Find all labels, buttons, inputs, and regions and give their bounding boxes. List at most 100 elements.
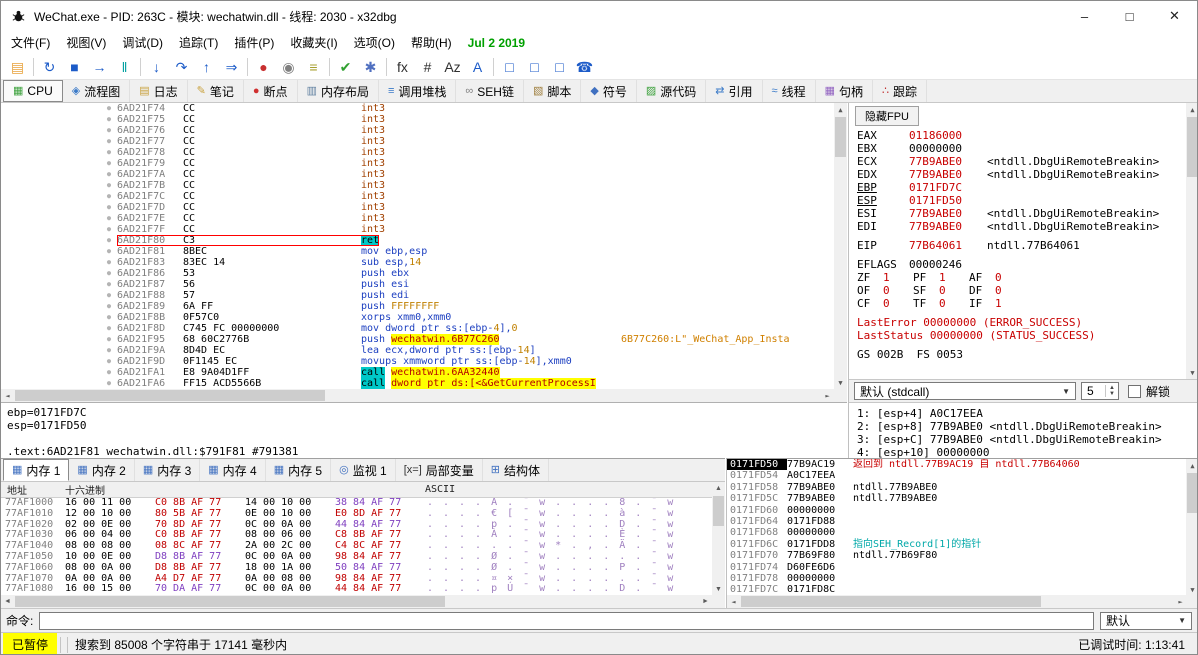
pause-button[interactable]: ‖ <box>112 56 137 78</box>
breakpoint-dot[interactable]: ● <box>101 301 117 312</box>
run-to-user-code-button[interactable]: ⇒ <box>219 56 244 78</box>
tab-trace[interactable]: ∴跟踪 <box>873 80 927 102</box>
preferences-gear-button[interactable]: ✱ <box>358 56 383 78</box>
font-button[interactable]: A <box>465 56 490 78</box>
stack-row[interactable]: 0171FD5877B9ABE0ntdll.77B9ABE0 <box>727 482 1186 493</box>
disasm-row[interactable]: ●6AD21F8B0F57C0xorps xmm0,xmm0 <box>1 312 834 323</box>
register-line[interactable]: ECX77B9ABE0<ntdll.DbgUiRemoteBreakin> <box>857 155 1183 168</box>
tab-cpu[interactable]: ▦CPU <box>3 80 63 102</box>
hide-fpu-button[interactable]: 隐藏FPU <box>855 106 919 126</box>
tab-notes[interactable]: ✎笔记 <box>188 80 244 102</box>
disasm-row[interactable]: ●6AD21F8756push esi <box>1 279 834 290</box>
menu-item[interactable]: 视图(V) <box>58 31 114 54</box>
register-line[interactable]: EIP77B64061ntdll.77B64061 <box>857 239 1183 252</box>
fx-button[interactable]: fx <box>390 56 415 78</box>
breakpoint-dot[interactable]: ● <box>101 246 117 257</box>
disasm-vertical-scrollbar[interactable]: ▲ ▼ <box>834 103 847 389</box>
breakpoint-dot[interactable]: ● <box>101 312 117 323</box>
disasm-row[interactable]: ●6AD21F818BECmov ebp,esp <box>1 246 834 257</box>
memory-window-button[interactable]: □ <box>522 56 547 78</box>
stack-row[interactable]: 0171FD6000000000 <box>727 505 1186 516</box>
minimize-button[interactable]: – <box>1062 1 1107 31</box>
az-button[interactable]: Az <box>440 56 465 78</box>
snapshot-button[interactable]: ◉ <box>276 56 301 78</box>
run-button[interactable]: → <box>87 56 112 78</box>
tab-threads[interactable]: ≈线程 <box>763 80 816 102</box>
stack-row[interactable]: 0171FD54A0C17EEA <box>727 470 1186 481</box>
memory-row[interactable]: 77AF101012 00 10 0080 5B AF 770E 00 10 0… <box>1 509 725 520</box>
disasm-row[interactable]: ●6AD21F74CCint3 <box>1 103 834 114</box>
menu-item[interactable]: 追踪(T) <box>171 31 226 54</box>
disasm-row[interactable]: ●6AD21F8DC745 FC 00000000mov dword ptr s… <box>1 323 834 334</box>
patch-check-button[interactable]: ✔ <box>333 56 358 78</box>
register-line[interactable]: ESP0171FD50 <box>857 194 1183 207</box>
scroll-up-icon[interactable]: ▲ <box>1186 459 1198 472</box>
memory-vertical-scrollbar[interactable]: ▲ ▼ <box>712 482 725 596</box>
breakpoint-dot[interactable]: ● <box>101 180 117 191</box>
scroll-up-icon[interactable]: ▲ <box>1186 103 1198 116</box>
step-into-button[interactable]: ↓ <box>144 56 169 78</box>
tab-handles[interactable]: ▦句柄 <box>816 80 873 102</box>
scrollbar-thumb[interactable] <box>15 596 445 607</box>
maximize-button[interactable]: □ <box>1107 1 1152 31</box>
stack-row[interactable]: 0171FD7C0171FD8C <box>727 584 1186 595</box>
command-input[interactable] <box>39 612 1094 630</box>
scroll-down-icon[interactable]: ▼ <box>834 376 847 389</box>
step-over-button[interactable]: ↷ <box>169 56 194 78</box>
disasm-row[interactable]: ●6AD21F8653push ebx <box>1 268 834 279</box>
tab-dump-5[interactable]: ▦内存 5 <box>266 459 331 481</box>
breakpoint-dot[interactable]: ● <box>101 147 117 158</box>
menu-item[interactable]: 收藏夹(I) <box>282 31 345 54</box>
argument-line[interactable]: 3: [esp+C] 77B9ABE0 <ntdll.DbgUiRemoteBr… <box>857 433 1187 446</box>
breakpoint-dot[interactable]: ● <box>101 158 117 169</box>
stack-row[interactable]: 0171FD5077B9AC19返回到 ntdll.77B9AC19 自 ntd… <box>727 459 1186 470</box>
register-line[interactable]: ZF1PF1AF0 <box>857 271 1183 284</box>
argument-line[interactable]: 1: [esp+4] A0C17EEA <box>857 407 1187 420</box>
tab-references[interactable]: ⇄引用 <box>706 80 762 102</box>
log-button[interactable]: ≡ <box>301 56 326 78</box>
memory-row[interactable]: 77AF108016 00 15 0070 DA AF 770C 00 0A 0… <box>1 584 725 595</box>
menu-item[interactable]: 文件(F) <box>3 31 58 54</box>
register-line[interactable]: LastStatus 00000000 (STATUS_SUCCESS) <box>857 329 1183 342</box>
scrollbar-thumb[interactable] <box>835 117 846 157</box>
tab-dump-3[interactable]: ▦内存 3 <box>135 459 200 481</box>
disasm-row[interactable]: ●6AD21F7CCCint3 <box>1 191 834 202</box>
register-line[interactable]: EAX01186000 <box>857 129 1183 142</box>
stack-vertical-scrollbar[interactable]: ▲ ▼ <box>1186 459 1198 596</box>
tab-watch-1[interactable]: ◎监视 1 <box>331 459 396 481</box>
open-file-button[interactable]: ▤ <box>5 56 30 78</box>
memory-row[interactable]: 77AF106008 00 0A 00D8 8B AF 7718 00 1A 0… <box>1 563 725 574</box>
register-line[interactable]: EDI77B9ABE0<ntdll.DbgUiRemoteBreakin> <box>857 220 1183 233</box>
breakpoint-dot[interactable]: ● <box>101 378 117 389</box>
tab-dump-1[interactable]: ▦内存 1 <box>3 459 69 481</box>
breakpoint-dot[interactable]: ● <box>101 125 117 136</box>
register-line[interactable]: EDX77B9ABE0<ntdll.DbgUiRemoteBreakin> <box>857 168 1183 181</box>
tab-symbols[interactable]: ◆符号 <box>581 80 636 102</box>
registers-scrollbar[interactable]: ▲ ▼ <box>1186 103 1198 379</box>
close-button[interactable]: ✕ <box>1152 1 1197 31</box>
stack-row[interactable]: 0171FD7077B69F80ntdll.77B69F80 <box>727 550 1186 561</box>
argument-line[interactable]: 2: [esp+8] 77B9ABE0 <ntdll.DbgUiRemoteBr… <box>857 420 1187 433</box>
tab-script[interactable]: ▧脚本 <box>524 80 581 102</box>
disasm-row[interactable]: ●6AD21F7DCCint3 <box>1 202 834 213</box>
disasm-row[interactable]: ●6AD21F75CCint3 <box>1 114 834 125</box>
scrollbar-thumb[interactable] <box>713 496 724 526</box>
breakpoint-dot[interactable]: ● <box>101 136 117 147</box>
disasm-row[interactable]: ●6AD21F77CCint3 <box>1 136 834 147</box>
register-line[interactable]: GS 002B FS 0053 <box>857 348 1183 361</box>
phone-button[interactable]: ☎ <box>572 56 597 78</box>
record-trace-button[interactable]: ● <box>251 56 276 78</box>
disasm-row[interactable]: ●6AD21F7ECCint3 <box>1 213 834 224</box>
breakpoint-dot[interactable]: ● <box>101 235 117 246</box>
register-line[interactable]: CF0TF0IF1 <box>857 297 1183 310</box>
breakpoint-dot[interactable]: ● <box>101 224 117 235</box>
hash-button[interactable]: # <box>415 56 440 78</box>
disasm-row[interactable]: ●6AD21F8857push edi <box>1 290 834 301</box>
breakpoint-dot[interactable]: ● <box>101 290 117 301</box>
source-window-button[interactable]: □ <box>497 56 522 78</box>
stop-button[interactable]: ■ <box>62 56 87 78</box>
tab-breakpoints[interactable]: ●断点 <box>244 80 298 102</box>
memory-horizontal-scrollbar[interactable]: ◄ ► <box>1 595 712 608</box>
tab-dump-4[interactable]: ▦内存 4 <box>200 459 265 481</box>
stack-row[interactable]: 0171FD640171FD88 <box>727 516 1186 527</box>
